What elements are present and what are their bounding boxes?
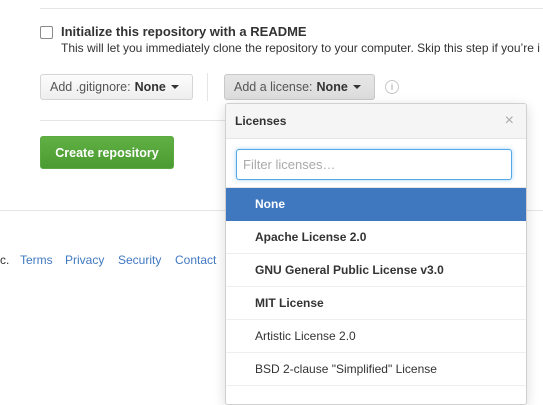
info-icon[interactable]: i bbox=[385, 80, 399, 94]
licenses-filter-input[interactable] bbox=[236, 149, 512, 180]
license-item-mit[interactable]: MIT License bbox=[226, 287, 526, 320]
license-item-apache[interactable]: Apache License 2.0 bbox=[226, 221, 526, 254]
license-prefix: Add a license: bbox=[234, 80, 313, 94]
readme-label[interactable]: Initialize this repository with a README bbox=[61, 24, 307, 39]
readme-checkbox[interactable] bbox=[40, 26, 53, 39]
gitignore-prefix: Add .gitignore: bbox=[50, 80, 131, 94]
footer-link-privacy[interactable]: Privacy bbox=[65, 253, 104, 267]
create-repository-button[interactable]: Create repository bbox=[40, 136, 174, 169]
licenses-dropdown-header: Licenses × bbox=[226, 104, 526, 139]
close-icon[interactable]: × bbox=[505, 112, 514, 130]
license-item-bsd-2-clause[interactable]: BSD 2-clause "Simplified" License bbox=[226, 353, 526, 386]
license-item-gpl-v3[interactable]: GNU General Public License v3.0 bbox=[226, 254, 526, 287]
gitignore-select-button[interactable]: Add .gitignore: None bbox=[40, 74, 193, 100]
licenses-filter-container bbox=[226, 139, 526, 188]
license-item-artistic[interactable]: Artistic License 2.0 bbox=[226, 320, 526, 353]
footer-link-terms[interactable]: Terms bbox=[20, 253, 53, 267]
caret-down-icon bbox=[170, 85, 179, 89]
footer-link-security[interactable]: Security bbox=[118, 253, 161, 267]
license-value: None bbox=[316, 80, 348, 94]
form-divider bbox=[40, 120, 225, 121]
caret-down-icon bbox=[352, 85, 361, 89]
license-item-none[interactable]: None bbox=[226, 188, 526, 221]
top-divider bbox=[40, 8, 543, 9]
licenses-dropdown: Licenses × None Apache License 2.0 GNU G… bbox=[225, 103, 527, 405]
readme-note: This will let you immediately clone the … bbox=[61, 41, 540, 55]
gitignore-value: None bbox=[134, 80, 166, 94]
footer-copyright-fragment: c. bbox=[0, 253, 10, 267]
licenses-dropdown-title: Licenses bbox=[235, 114, 287, 128]
license-select-button[interactable]: Add a license: None bbox=[224, 74, 375, 100]
vertical-divider bbox=[207, 73, 208, 101]
footer-link-contact[interactable]: Contact bbox=[175, 253, 216, 267]
